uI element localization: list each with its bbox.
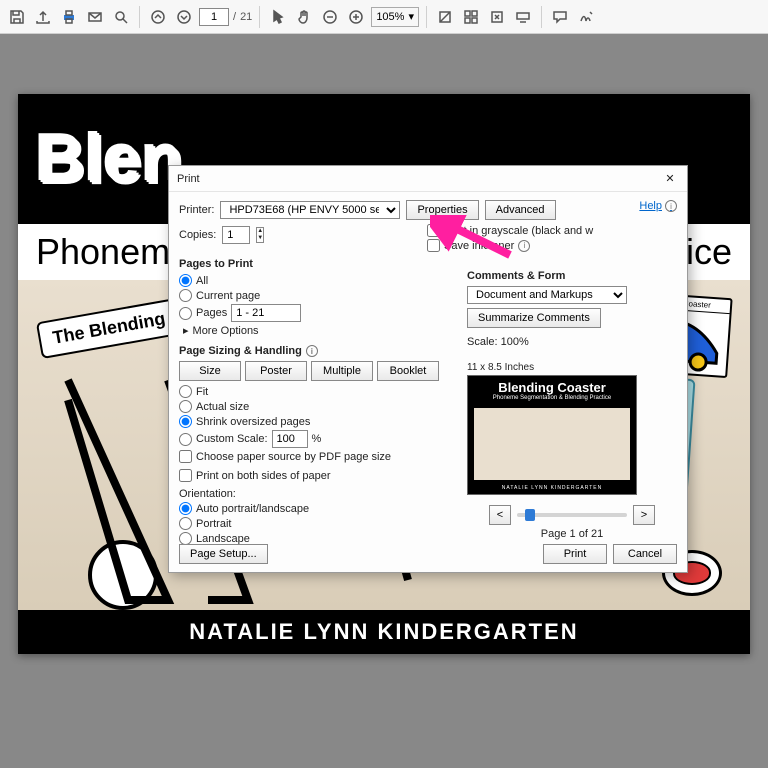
sign-icon[interactable] [575,6,597,28]
choose-paper-checkbox[interactable] [179,450,192,463]
preview-slider[interactable] [517,513,627,517]
page-sep: / [233,11,236,23]
print-button[interactable]: Print [543,544,607,564]
summarize-button[interactable]: Summarize Comments [467,308,601,328]
doc-subtitle-left: Phoneme [36,231,190,273]
both-sides-checkbox[interactable] [179,469,192,482]
portrait-radio[interactable] [179,517,192,530]
advanced-button[interactable]: Advanced [485,200,556,220]
preview-prev-button[interactable]: < [489,505,511,525]
zoom-select[interactable]: 105%▾ [371,7,419,27]
doc-title: Blen [36,120,183,198]
page-current-input[interactable] [199,8,229,26]
preview-subtitle: Phoneme Segmentation & Blending Practice [468,395,636,401]
custom-scale-radio[interactable] [179,433,192,446]
pdf-toolbar: / 21 105%▾ [0,0,768,34]
preview-footer: NATALIE LYNN KINDERGARTEN [468,482,636,494]
zoom-out-icon[interactable] [319,6,341,28]
size-tab[interactable]: Size [179,361,241,381]
info-icon: i [306,345,318,357]
page-up-icon[interactable] [147,6,169,28]
tool-4-icon[interactable] [512,6,534,28]
copies-input[interactable] [222,226,250,244]
scale-label: Scale: 100% [467,336,677,348]
current-page-radio[interactable] [179,289,192,302]
custom-scale-input[interactable] [272,430,308,448]
properties-button[interactable]: Properties [406,200,478,220]
export-icon[interactable] [32,6,54,28]
preview-page-label: Page 1 of 21 [467,528,677,540]
preview-next-button[interactable]: > [633,505,655,525]
close-button[interactable]: ✕ [661,170,679,188]
hand-icon[interactable] [293,6,315,28]
sizing-heading: Page Sizing & Handling i [179,345,439,357]
zoom-in-icon[interactable] [345,6,367,28]
pages-to-print-heading: Pages to Print [179,258,439,270]
more-options-toggle[interactable]: ▸ More Options [183,324,439,337]
info-icon: i [518,240,530,252]
tool-2-icon[interactable] [460,6,482,28]
fit-radio[interactable] [179,385,192,398]
pointer-icon[interactable] [267,6,289,28]
help-link[interactable]: Helpi [639,200,677,212]
cancel-button[interactable]: Cancel [613,544,677,564]
print-icon[interactable] [58,6,80,28]
preview-column: Comments & Form Document and Markups Sum… [467,262,677,540]
doc-footer: NATALIE LYNN KINDERGARTEN [18,610,750,654]
shrink-radio[interactable] [179,415,192,428]
pages-radio[interactable] [179,307,192,320]
page-indicator: / 21 [199,8,252,26]
chevron-down-icon: ▾ [408,10,414,23]
page-total: 21 [240,11,252,23]
all-radio[interactable] [179,274,192,287]
auto-orient-radio[interactable] [179,502,192,515]
paper-dims: 11 x 8.5 Inches [467,362,677,373]
page-down-icon[interactable] [173,6,195,28]
print-dialog: Print ✕ Helpi Printer: HPD73E68 (HP ENVY… [168,165,688,573]
tool-1-icon[interactable] [434,6,456,28]
printer-select[interactable]: HPD73E68 (HP ENVY 5000 series) [220,201,400,219]
printer-label: Printer: [179,204,214,216]
dialog-titlebar: Print ✕ [169,166,687,192]
multiple-tab[interactable]: Multiple [311,361,373,381]
print-preview: Blending Coaster Phoneme Segmentation & … [467,375,637,495]
save-icon[interactable] [6,6,28,28]
orientation-label: Orientation: [179,488,439,500]
poster-tab[interactable]: Poster [245,361,307,381]
email-icon[interactable] [84,6,106,28]
pages-range-input[interactable] [231,304,301,322]
dialog-title: Print [177,173,200,185]
preview-title: Blending Coaster [468,376,636,395]
comments-heading: Comments & Form [467,270,677,282]
search-icon[interactable] [110,6,132,28]
comments-select[interactable]: Document and Markups [467,286,627,304]
tool-3-icon[interactable] [486,6,508,28]
copies-label: Copies: [179,229,216,241]
booklet-tab[interactable]: Booklet [377,361,439,381]
actual-size-radio[interactable] [179,400,192,413]
comment-icon[interactable] [549,6,571,28]
copies-spinner[interactable]: ▲▼ [256,227,264,243]
page-setup-button[interactable]: Page Setup... [179,544,268,564]
save-ink-checkbox[interactable] [427,239,440,252]
coaster-card: The Blending [36,298,182,359]
info-icon: i [665,200,677,212]
grayscale-checkbox[interactable] [427,224,440,237]
print-options-right: Print in grayscale (black and w Save ink… [427,222,677,254]
